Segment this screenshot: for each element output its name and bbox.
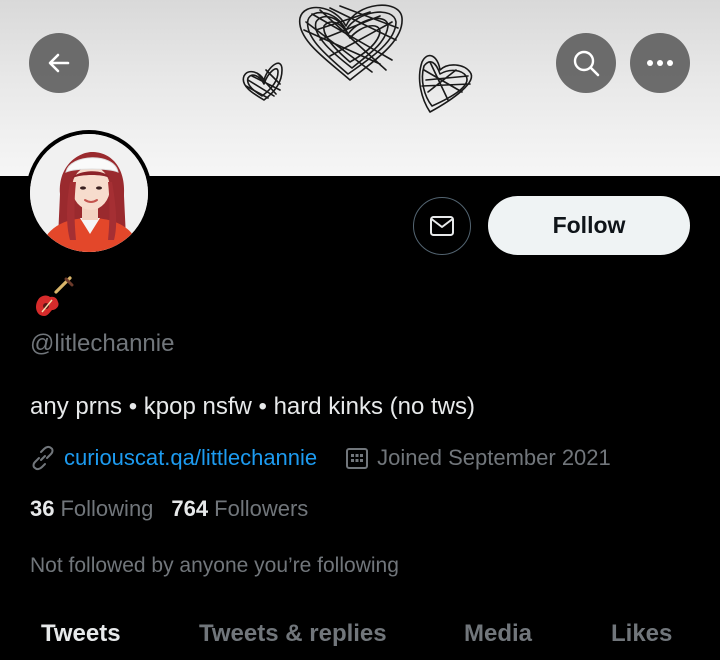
profile-meta: curiouscat.qa/littlechannie Joined Septe… (30, 443, 611, 473)
profile-link-text[interactable]: curiouscat.qa/littlechannie (64, 445, 317, 471)
calendar-icon (346, 448, 369, 469)
profile-bio: any prns • kpop nsfw • hard kinks (no tw… (30, 393, 475, 420)
joined-date: Joined September 2021 (345, 445, 611, 471)
profile-handle: @litlechannie (30, 330, 175, 357)
following-label: Following (60, 496, 154, 521)
search-icon (573, 50, 600, 77)
profile-tabs: Tweets Tweets & replies Media Likes (0, 612, 720, 660)
followers-label: Followers (214, 496, 309, 521)
profile-link[interactable]: curiouscat.qa/littlechannie (30, 445, 317, 471)
tab-tweets-and-replies[interactable]: Tweets & replies (199, 620, 387, 648)
following-stat[interactable]: 36 Following (30, 496, 153, 522)
more-button[interactable] (630, 33, 690, 93)
link-icon (32, 445, 54, 471)
search-button[interactable] (556, 33, 616, 93)
profile-stats: 36 Following 764 Followers (30, 496, 326, 522)
followers-stat[interactable]: 764 Followers (171, 496, 308, 522)
arrow-left-icon (48, 53, 70, 73)
message-button[interactable] (413, 197, 471, 255)
envelope-icon (430, 216, 454, 236)
avatar[interactable] (26, 130, 152, 256)
more-horizontal-icon (647, 60, 673, 66)
follow-button[interactable]: Follow (488, 196, 690, 255)
mutual-followers-note: Not followed by anyone you’re following (30, 554, 399, 577)
following-count: 36 (30, 496, 55, 521)
followers-count: 764 (171, 496, 209, 521)
tab-likes[interactable]: Likes (611, 620, 672, 648)
back-button[interactable] (29, 33, 89, 93)
display-name-emoji (30, 276, 74, 320)
guitar-icon (36, 276, 74, 316)
tab-tweets[interactable]: Tweets (41, 620, 121, 648)
joined-text: Joined September 2021 (377, 445, 611, 470)
tab-media[interactable]: Media (464, 620, 532, 648)
avatar-photo (30, 134, 148, 252)
